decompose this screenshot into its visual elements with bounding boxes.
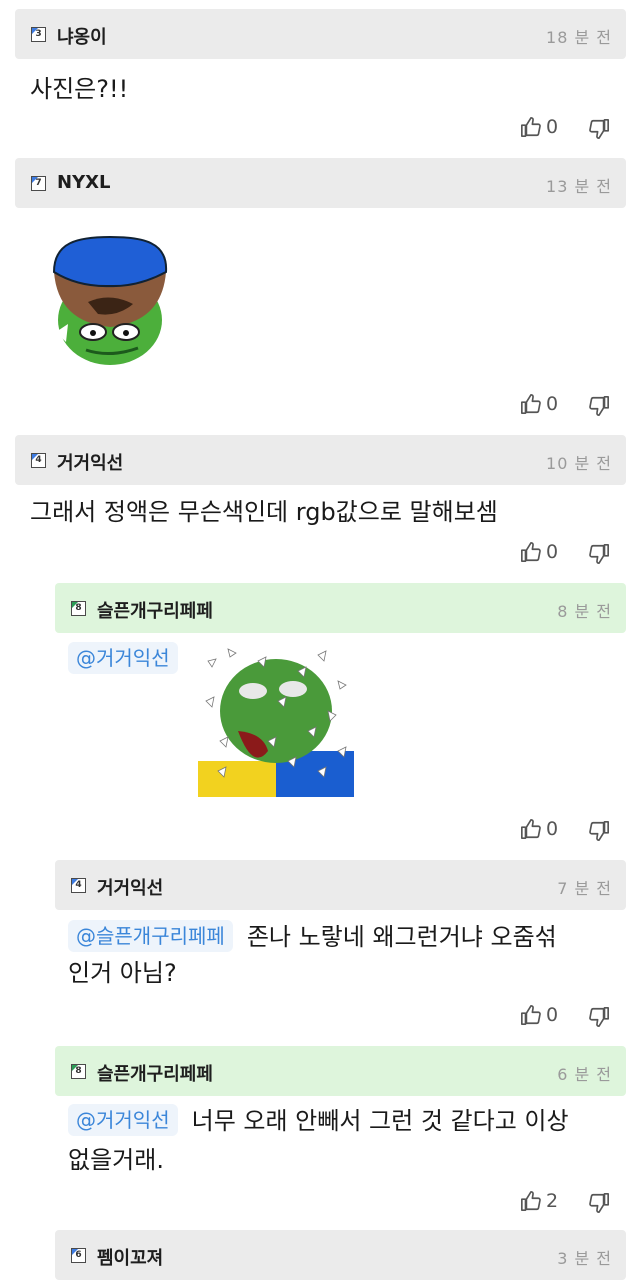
reply-header: 6 펨이꼬져 3 분 전 (55, 1230, 626, 1280)
username[interactable]: 펨이꼬져 (97, 1244, 163, 1270)
comment-7-reply: 6 펨이꼬져 3 분 전 (0, 0, 640, 1280)
timestamp: 3 분 전 (557, 1249, 612, 1268)
level-badge: 6 (71, 1248, 86, 1263)
